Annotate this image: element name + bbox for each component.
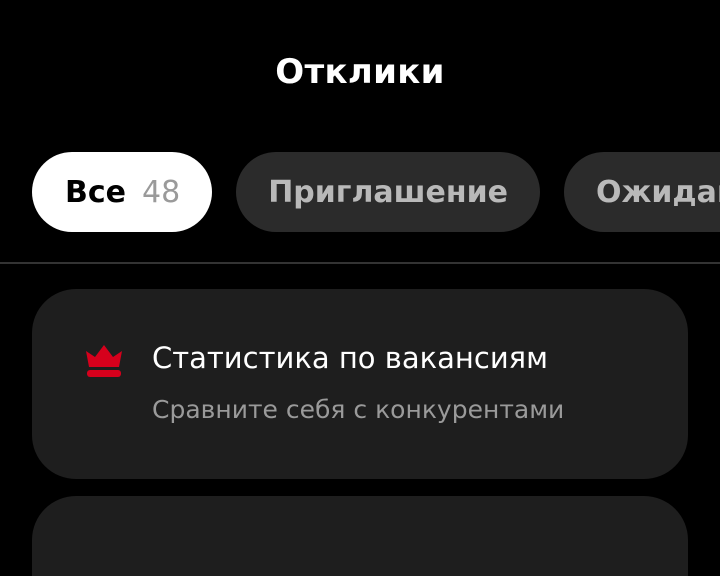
next-card[interactable] — [32, 496, 688, 576]
filter-tabs: Все 48 Приглашение Ожидание — [32, 152, 720, 232]
tabs-viewport: Все 48 Приглашение Ожидание — [0, 0, 720, 262]
card-subtitle: Сравните себя с конкурентами — [152, 395, 565, 424]
tab-waiting[interactable]: Ожидание — [563, 152, 720, 232]
tab-invitation-label: Приглашение — [268, 174, 508, 210]
crown-icon — [84, 343, 124, 379]
divider — [0, 262, 720, 264]
tab-all-label: Все — [65, 174, 126, 210]
tab-invitation[interactable]: Приглашение — [236, 152, 540, 232]
tab-all-count: 48 — [142, 174, 181, 210]
card-title: Статистика по вакансиям — [152, 341, 548, 375]
vacancy-stats-card[interactable]: Статистика по вакансиям Сравните себя с … — [32, 289, 688, 479]
tab-all[interactable]: Все 48 — [32, 152, 213, 232]
tab-waiting-label: Ожидание — [595, 174, 720, 210]
